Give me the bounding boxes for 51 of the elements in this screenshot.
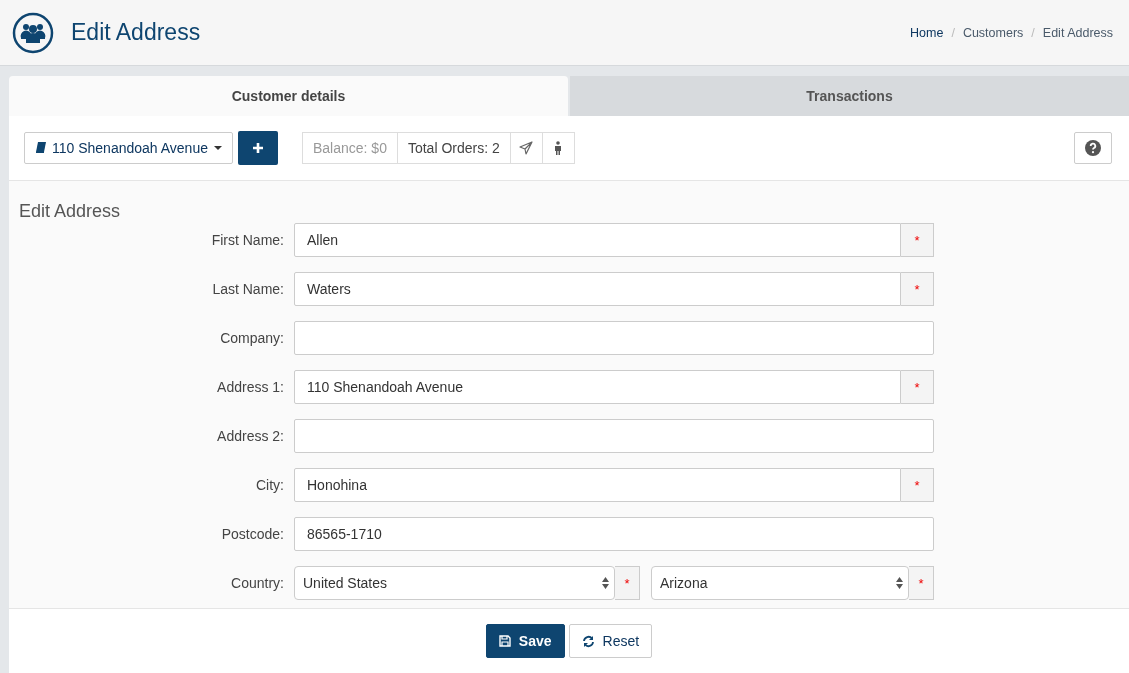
required-marker: * — [901, 223, 934, 257]
stepper-icon — [896, 577, 903, 589]
save-button[interactable]: Save — [485, 624, 565, 658]
field-label: Company: — [219, 330, 285, 346]
refresh-icon — [581, 634, 595, 648]
plus-icon — [251, 142, 264, 154]
page-title: Edit Address — [71, 19, 201, 46]
field-label: Last Name: — [211, 281, 285, 297]
tab[interactable]: Transactions — [570, 76, 1129, 116]
required-marker: * — [615, 566, 640, 600]
input-field[interactable]: Allen — [294, 223, 901, 257]
input-field[interactable]: Honohina — [294, 468, 901, 502]
caret-icon — [213, 146, 222, 150]
person-button[interactable] — [541, 132, 575, 164]
paper-plane-icon — [519, 141, 534, 155]
person-icon — [554, 141, 563, 155]
field-label: City: — [255, 477, 285, 493]
breadcrumb-separator: / — [951, 25, 955, 40]
balance-label: Balance: $0 — [301, 132, 398, 164]
breadcrumb-item: Customers — [962, 25, 1024, 40]
select-field[interactable]: United States — [294, 566, 615, 600]
input-field[interactable]: 110 Shenandoah Avenue — [294, 370, 901, 404]
section-title: Edit Address — [18, 201, 122, 222]
select-field[interactable]: Arizona — [651, 566, 909, 600]
field-label: Country: — [230, 575, 285, 591]
people-group-icon — [12, 11, 54, 54]
reset-button[interactable]: Reset — [568, 624, 653, 658]
address-dropdown[interactable]: 110 Shenandoah Avenue — [24, 132, 233, 164]
total-orders-label: Total Orders: 2 — [396, 132, 511, 164]
required-marker: * — [909, 566, 934, 600]
field-label: First Name: — [210, 232, 285, 248]
input-field[interactable] — [294, 321, 934, 355]
input-field[interactable]: 86565-1710 — [294, 517, 934, 551]
stepper-icon — [602, 577, 609, 589]
input-field[interactable] — [294, 419, 934, 453]
add-button[interactable] — [237, 131, 278, 165]
required-marker: * — [901, 468, 934, 502]
field-label: Postcode: — [220, 526, 285, 542]
field-label: Address 1: — [216, 379, 285, 395]
help-button[interactable] — [1074, 132, 1112, 164]
field-label: Address 2: — [216, 428, 285, 444]
required-marker: * — [901, 370, 934, 404]
question-icon — [1085, 140, 1101, 156]
send-button[interactable] — [509, 132, 543, 164]
breadcrumb-separator: / — [1031, 25, 1035, 40]
required-marker: * — [901, 272, 934, 306]
floppy-disk-icon — [498, 635, 511, 647]
breadcrumb-link[interactable]: Home — [910, 25, 944, 40]
input-field[interactable]: Waters — [294, 272, 901, 306]
breadcrumb-item: Edit Address — [1042, 25, 1113, 40]
tab[interactable]: Customer details — [9, 76, 568, 116]
